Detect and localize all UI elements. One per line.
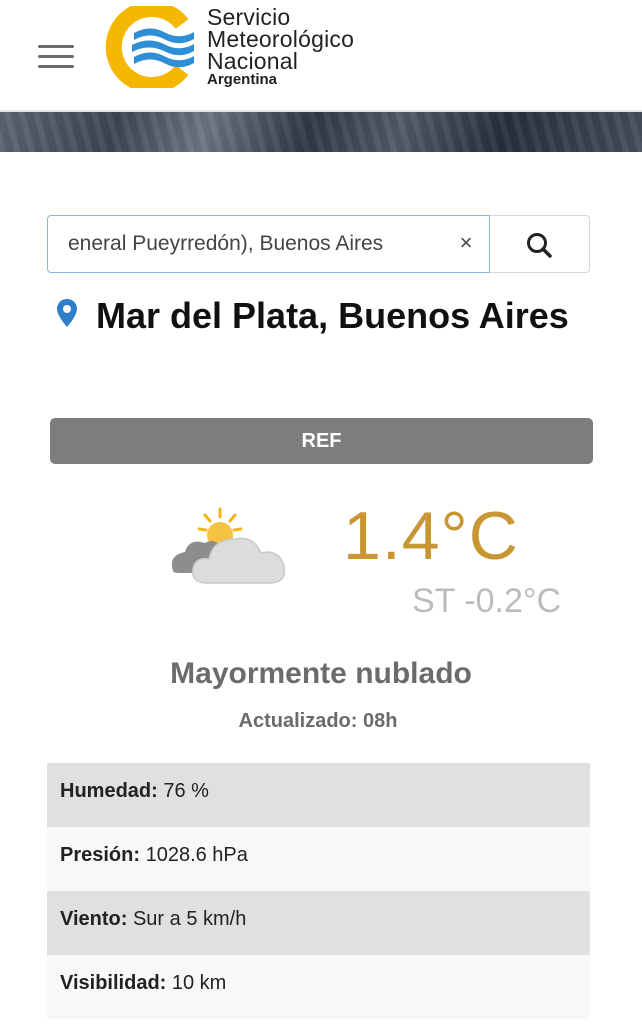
detail-label: Visibilidad: [60,972,172,994]
location-name: Mar del Plata, Buenos Aires [96,295,569,336]
search-icon [527,233,552,258]
logo-line-meteorologico: Meteorológico [207,26,355,52]
detail-row-wind: Viento: Sur a 5 km/h [47,891,590,955]
partly-cloudy-icon [171,507,286,584]
logo-line-nacional: Nacional [207,48,299,74]
updated-time: Actualizado: 08h [238,710,398,732]
detail-row-pressure: Presión: 1028.6 hPa [47,827,590,891]
detail-label: Viento: [60,908,133,930]
weather-condition: Mayormente nublado [170,657,472,690]
detail-value: 76 % [163,780,209,802]
weather-details-table: Humedad: 76 % Presión: 1028.6 hPa Viento… [47,763,590,1019]
current-temperature: 1.4°C [343,498,519,574]
detail-value: 1028.6 hPa [145,844,248,866]
site-header: Servicio Meteorológico Nacional Argentin… [0,0,642,112]
map-pin-icon [57,299,77,327]
ref-bar[interactable]: REF [50,418,593,464]
hamburger-menu-icon[interactable] [38,45,74,69]
logo-text[interactable]: Servicio Meteorológico Nacional Argentin… [207,6,354,88]
location-search: eneral Pueyrredón), Buenos Aires × [47,215,590,273]
detail-value: 10 km [171,972,227,994]
close-icon[interactable]: × [453,230,479,256]
search-button[interactable] [490,215,590,273]
detail-label: Presión: [60,844,146,866]
logo-line-argentina: Argentina [207,71,278,88]
detail-row-visibility: Visibilidad: 10 km [47,955,590,1019]
header-banner-image [0,112,642,152]
logo-line-servicio: Servicio [207,4,291,30]
location-heading: Mar del Plata, Buenos Aires [56,292,569,340]
detail-label: Humedad: [60,780,164,802]
detail-row-humidity: Humedad: 76 % [47,763,590,827]
feels-like-temperature: ST -0.2°C [412,582,562,620]
smn-logo-icon[interactable] [104,6,194,88]
search-input[interactable]: eneral Pueyrredón), Buenos Aires [47,215,490,273]
detail-value: Sur a 5 km/h [132,908,247,930]
